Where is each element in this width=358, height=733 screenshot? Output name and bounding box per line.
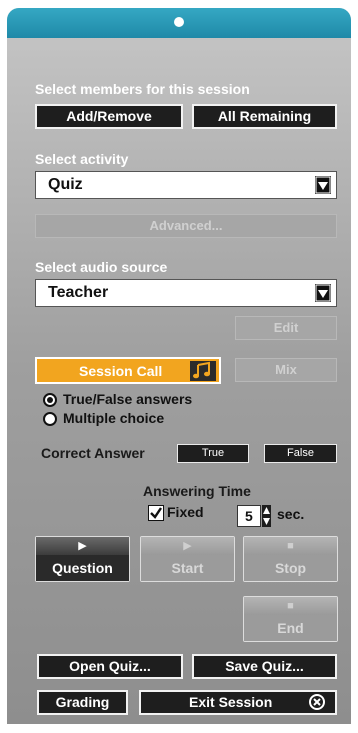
stop-icon: ■ xyxy=(287,600,294,612)
title-bar[interactable] xyxy=(7,8,351,38)
grading-button[interactable]: Grading xyxy=(37,690,128,715)
seconds-spinner[interactable] xyxy=(262,505,271,527)
music-note-icon xyxy=(190,361,216,381)
add-remove-button[interactable]: Add/Remove xyxy=(35,104,183,129)
spinner-arrows-icon xyxy=(263,507,270,525)
stop-label: Stop xyxy=(244,555,337,581)
fixed-label: Fixed xyxy=(167,504,204,520)
edit-button[interactable]: Edit xyxy=(235,316,337,340)
radio-selected-dot xyxy=(47,397,53,403)
exit-session-label: Exit Session xyxy=(189,694,273,710)
mix-button[interactable]: Mix xyxy=(235,358,337,382)
radio-true-false-label: True/False answers xyxy=(63,391,193,407)
play-icon: ▶ xyxy=(78,540,87,552)
question-button[interactable]: ▶ Question xyxy=(35,536,130,582)
activity-select[interactable]: Quiz xyxy=(35,171,337,199)
exit-session-button[interactable]: Exit Session xyxy=(139,690,337,715)
answering-time-heading: Answering Time xyxy=(143,483,251,499)
members-heading: Select members for this session xyxy=(35,81,250,97)
session-panel: Select members for this session Add/Remo… xyxy=(7,8,351,724)
close-circle-icon xyxy=(309,694,325,710)
correct-answer-label: Correct Answer xyxy=(41,445,145,461)
fixed-checkbox[interactable] xyxy=(148,505,164,521)
activity-heading: Select activity xyxy=(35,151,129,167)
true-button[interactable]: True xyxy=(177,444,249,463)
radio-multiple-choice-label: Multiple choice xyxy=(63,410,165,426)
chevron-down-icon xyxy=(315,284,331,302)
session-call-label: Session Call xyxy=(79,363,163,379)
chevron-down-icon xyxy=(315,176,331,194)
end-label: End xyxy=(244,615,337,641)
false-button[interactable]: False xyxy=(264,444,337,463)
start-label: Start xyxy=(141,555,234,581)
audio-heading: Select audio source xyxy=(35,259,168,275)
save-quiz-button[interactable]: Save Quiz... xyxy=(192,654,337,679)
open-quiz-button[interactable]: Open Quiz... xyxy=(37,654,183,679)
session-call-button[interactable]: Session Call xyxy=(35,357,221,384)
seconds-value: 5 xyxy=(245,508,253,524)
stop-icon: ■ xyxy=(287,540,294,552)
play-icon: ▶ xyxy=(183,540,192,552)
advanced-button[interactable]: Advanced... xyxy=(35,214,337,238)
seconds-input[interactable]: 5 xyxy=(237,505,261,527)
audio-source-select[interactable]: Teacher xyxy=(35,279,337,307)
title-bar-dot-icon xyxy=(174,17,184,27)
end-button[interactable]: ■ End xyxy=(243,596,338,642)
radio-multiple-choice[interactable] xyxy=(43,412,57,426)
stop-button[interactable]: ■ Stop xyxy=(243,536,338,582)
question-label: Question xyxy=(36,555,129,581)
radio-true-false[interactable] xyxy=(43,393,57,407)
all-remaining-button[interactable]: All Remaining xyxy=(192,104,337,129)
start-button[interactable]: ▶ Start xyxy=(140,536,235,582)
checkmark-icon xyxy=(150,507,162,519)
activity-select-value: Quiz xyxy=(48,176,83,193)
seconds-unit: sec. xyxy=(277,506,305,522)
audio-source-value: Teacher xyxy=(48,284,109,301)
